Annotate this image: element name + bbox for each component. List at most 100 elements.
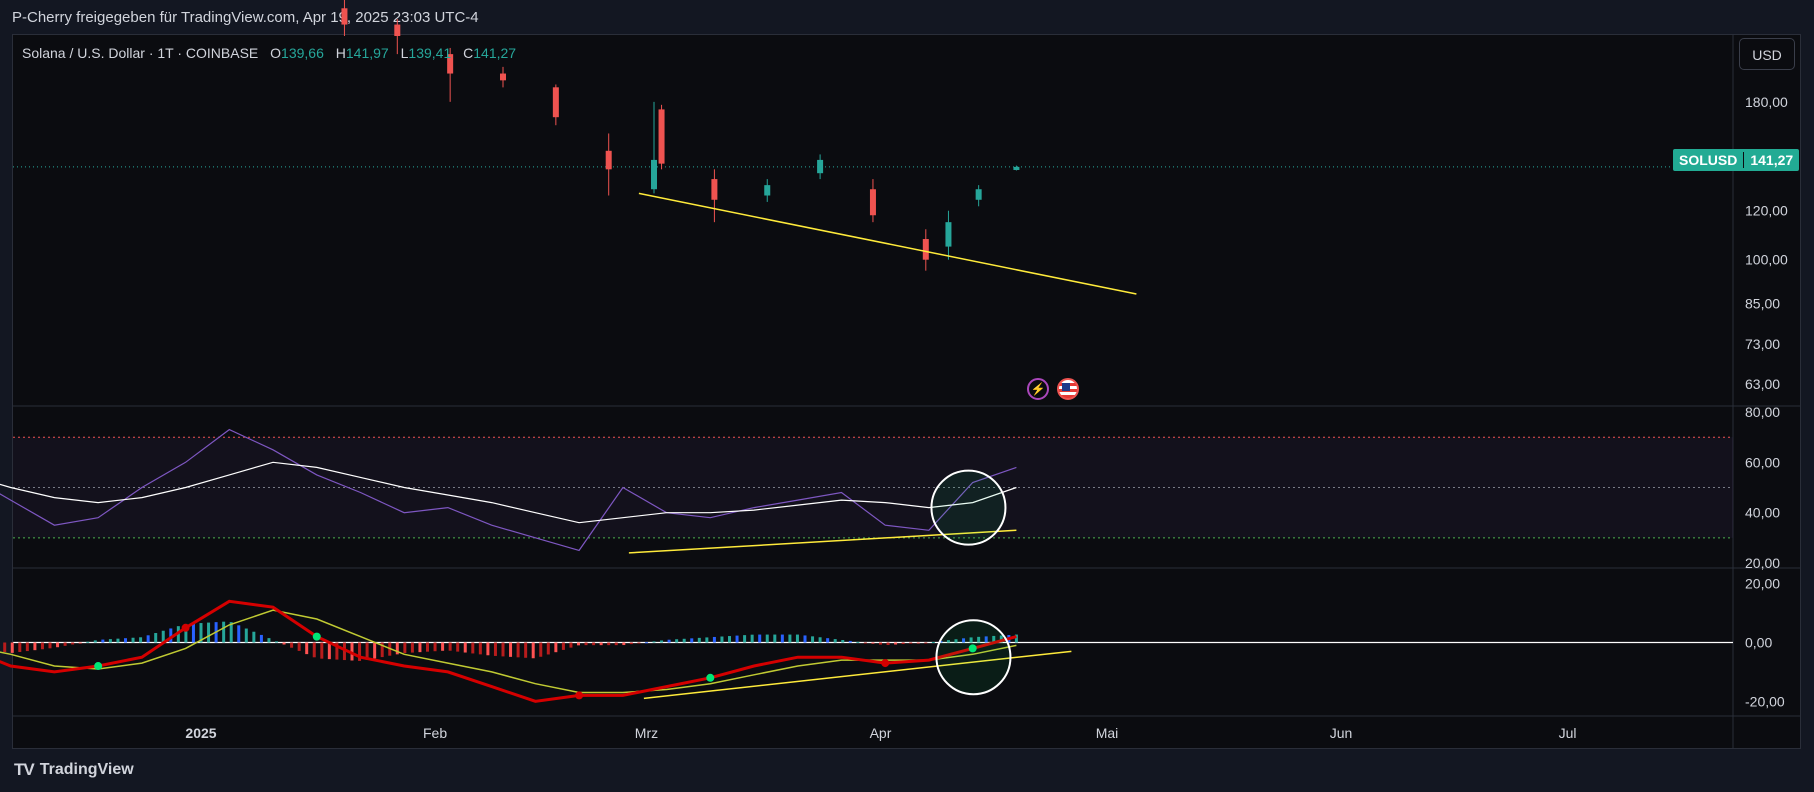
macd-histogram-bar — [531, 642, 535, 659]
rsi-axis-tick: 60,00 — [1745, 454, 1780, 470]
macd-axis-tick: 20,00 — [1745, 576, 1780, 592]
macd-axis-tick: 0,00 — [1745, 635, 1772, 651]
macd-histogram-bar — [71, 642, 75, 645]
macd-histogram-bar — [765, 634, 769, 643]
macd-histogram-bar — [637, 642, 641, 644]
macd-histogram-bar — [244, 628, 248, 643]
macd-histogram-bar — [584, 642, 588, 646]
macd-histogram-bar — [403, 642, 407, 654]
macd-histogram-bar — [63, 642, 67, 646]
rsi-highlight-circle — [930, 469, 1007, 546]
time-axis-tick: Feb — [423, 725, 447, 741]
macd-histogram-bar — [539, 642, 543, 657]
us-flag-event-icon[interactable] — [1057, 378, 1079, 400]
macd-histogram-bar — [373, 642, 377, 659]
macd-histogram-bar — [879, 642, 882, 645]
currency-button[interactable]: USD — [1739, 38, 1795, 70]
candle-body — [500, 73, 506, 81]
macd-histogram-bar — [712, 636, 716, 643]
macd-histogram-bar — [886, 642, 890, 645]
candle-body — [651, 159, 657, 190]
time-axis-tick: Jun — [1330, 725, 1353, 741]
legend-symbol[interactable]: Solana / U.S. Dollar · 1T · COINBASE — [22, 45, 258, 61]
rsi-axis-tick: 20,00 — [1745, 555, 1780, 571]
macd-cross-dot — [706, 673, 715, 682]
macd-histogram-bar — [40, 642, 44, 650]
macd-cross-dot — [181, 623, 190, 632]
macd-histogram-bar — [599, 642, 603, 646]
macd-histogram-bar — [18, 642, 22, 652]
macd-cross-dot — [575, 691, 584, 700]
time-axis-tick: Mai — [1096, 725, 1119, 741]
macd-histogram-bar — [720, 636, 724, 643]
macd-histogram-bar — [788, 634, 792, 643]
macd-histogram-bar — [592, 642, 596, 646]
macd-histogram-bar — [463, 642, 467, 653]
macd-histogram-bar — [660, 640, 664, 643]
macd-histogram-bar — [191, 623, 195, 643]
macd-histogram-bar — [101, 639, 105, 643]
legend-open-label: O — [270, 45, 282, 61]
macd-histogram-bar — [433, 642, 437, 652]
time-axis-tick: Apr — [870, 725, 892, 741]
macd-histogram-bar — [652, 641, 656, 643]
macd-histogram-bar — [56, 642, 60, 648]
macd-histogram-bar — [78, 642, 82, 644]
price-axis-tick: 73,00 — [1745, 336, 1780, 352]
macd-histogram-bar — [116, 638, 120, 643]
legend-open-value: 139,66 — [281, 45, 324, 61]
time-axis-tick: 2025 — [185, 725, 216, 741]
macd-histogram-bar — [86, 641, 90, 643]
candle-body — [764, 185, 771, 196]
flash-event-icon[interactable]: ⚡ — [1027, 378, 1049, 400]
macd-histogram-bar — [25, 642, 29, 652]
macd-cross-dot — [881, 659, 890, 668]
macd-histogram-bar — [629, 642, 633, 645]
macd-histogram-bar — [3, 642, 7, 652]
macd-histogram-bar — [916, 642, 920, 644]
macd-histogram-bar — [275, 641, 278, 643]
macd-highlight-circle — [935, 619, 1012, 696]
macd-histogram-bar — [780, 634, 784, 643]
macd-histogram-bar — [803, 635, 807, 643]
macd-histogram-bar — [237, 625, 241, 643]
candle-body — [605, 150, 612, 170]
macd-histogram-bar — [546, 642, 550, 655]
price-label-value: 141,27 — [1750, 152, 1794, 168]
macd-histogram-bar — [833, 639, 837, 643]
chart-canvas[interactable]: 180,00 120,00 100,00 85,00 73,00 63,00 80,00 60… — [0, 0, 1814, 792]
macd-histogram-bar — [207, 622, 211, 643]
candle-body — [922, 239, 929, 260]
macd-histogram-bar — [493, 642, 497, 656]
macd-histogram-bar — [667, 639, 671, 643]
macd-histogram-bar — [131, 637, 135, 643]
macd-histogram-bar — [705, 637, 709, 643]
candle-body — [975, 189, 982, 200]
candle-body — [945, 222, 952, 247]
legend-high-label: H — [335, 45, 346, 61]
macd-histogram-bar — [290, 642, 294, 648]
footer-brand[interactable]: TV TradingView — [14, 760, 134, 780]
symbol-legend: Solana / U.S. Dollar · 1T · COINBASE O13… — [22, 45, 516, 61]
macd-histogram-bar — [743, 635, 747, 643]
macd-histogram-bar — [108, 639, 112, 643]
macd-histogram-bar — [418, 642, 422, 653]
macd-histogram-bar — [848, 640, 852, 643]
macd-histogram-bar — [690, 638, 694, 643]
macd-histogram-bar — [146, 635, 150, 643]
macd-histogram-bar — [644, 642, 648, 644]
macd-histogram-bar — [516, 642, 520, 658]
macd-histogram-bar — [607, 642, 611, 646]
macd-histogram-bar — [909, 642, 913, 644]
macd-histogram-bar — [282, 642, 286, 645]
last-price-label: SOLUSD 141,27 — [1673, 149, 1800, 171]
price-axis-tick: 100,00 — [1745, 252, 1788, 268]
macd-histogram-bar — [728, 636, 731, 643]
legend-low-value: 139,41 — [408, 45, 452, 61]
candle-body — [394, 24, 401, 36]
candle-body — [711, 179, 718, 200]
macd-histogram-bar — [901, 642, 905, 645]
macd-histogram-bar — [327, 642, 331, 660]
macd-histogram-bar — [826, 638, 830, 643]
rsi-axis-tick: 80,00 — [1745, 404, 1780, 420]
